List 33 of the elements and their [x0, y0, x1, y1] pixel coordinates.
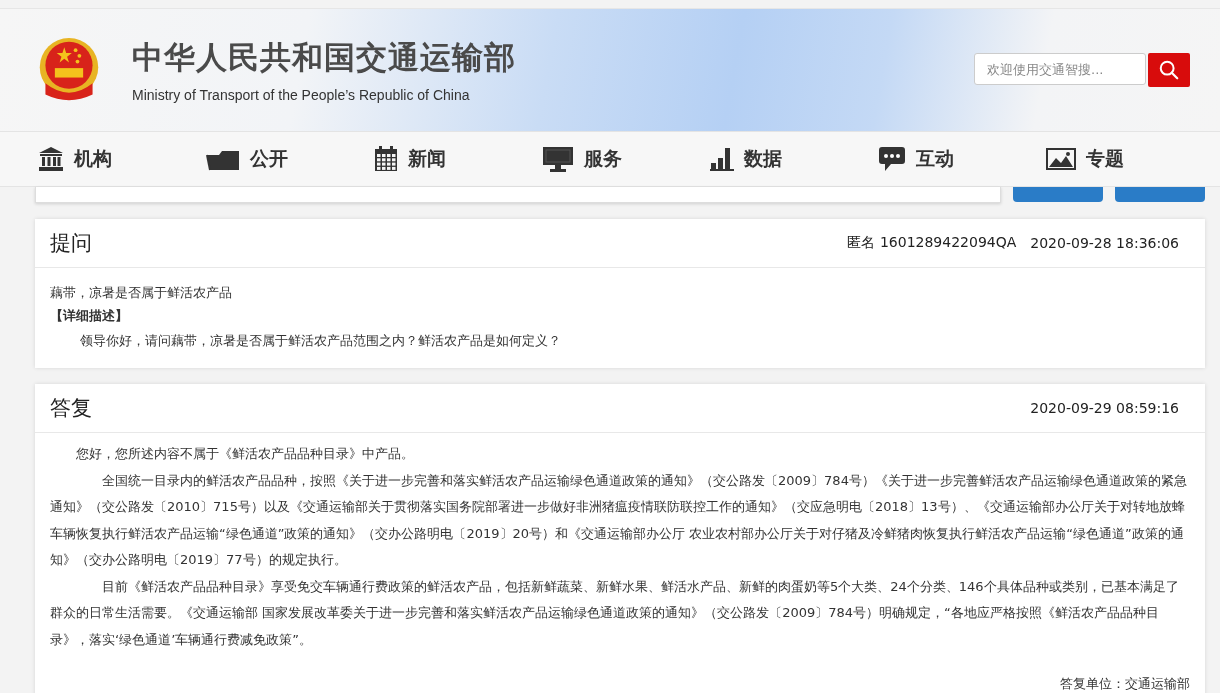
calendar-icon [374, 146, 398, 172]
question-detail: 领导你好，请问藕带，凉暑是否属于鲜活农产品范围之内？鲜活农产品是如何定义？ [79, 332, 562, 350]
button[interactable] [1115, 187, 1205, 202]
site-subtitle: Ministry of Transport of the People’s Republic of China [132, 87, 471, 103]
answer-signature: 答复单位：交通运输部 [1059, 675, 1190, 693]
nav-link[interactable]: 机构 [38, 146, 206, 172]
bar-chart-icon [710, 147, 734, 171]
nav-link[interactable]: 数据 [710, 146, 878, 172]
chat-bubble-icon [878, 146, 906, 172]
nav-link[interactable]: 新闻 [374, 146, 542, 172]
question-subject: 藕带，凉暑是否属于鲜活农产品 [50, 284, 233, 302]
nav-link[interactable]: 互动 [878, 146, 1046, 172]
detail-label: 【详细描述】 [50, 307, 129, 325]
section-heading: 提问 [50, 230, 92, 257]
search-field[interactable]: 欢迎使用交通智搜... [974, 53, 1146, 85]
input-field[interactable] [35, 187, 1001, 203]
monitor-icon [542, 146, 574, 172]
answer-time: 2020-09-29 08:59:16 [1030, 400, 1179, 416]
site-title: 中华人民共和国交通运输部 [132, 38, 516, 77]
button[interactable] [1013, 187, 1103, 202]
answer-paragraph: 全国统一目录内的鲜活农产品品种，按照《关于进一步完善和落实鲜活农产品运输绿色通道政策的通知》（交公路发〔2009〕784号）《关于进一步完善鲜活农产品运输绿色通道政策的紧急通知》（交公路发〔2010〕715号）以及《交通运输部关于贯彻落实国务院部署进一步做好非洲猪瘟疫情联防联控工作的通知》（交应急明电〔2018〕13号）、《交通运输部办公厅关于对转地放蜂车辆恢复执行鲜活农产品运输“绿色通道”政策的通知》（交办公路明电〔2019〕20号）和《交通运输部办公厅 农业农村部办公厅关于对仔猪及冷鲜猪肉恢复执行鲜活农产品运输“绿色通道”政策的通知》（交办公路明电〔2019〕77号）的规定执行。 [50, 471, 1188, 569]
building-icon [38, 146, 64, 172]
answer-paragraph: 目前《鲜活农产品品种目录》享受免交车辆通行费政策的鲜活农产品，包括新鲜蔬菜、新鲜水果、鲜活水产品、新鲜的肉蛋奶等5个大类、24个分类、146个具体品种或类别，已基本满足了群众的日常生活需要。《交通运输部 国家发展改革委关于进一步完善和落实鲜活农产品运输绿色通道政策的通知》（交公路发〔2009〕784号）明确规定，“各地应严格按照《鲜活农产品品种目录》，落实‘绿色通道’车辆通行费减免政策”。 [50, 577, 1180, 649]
section-heading: 答复 [50, 395, 92, 422]
nav-link[interactable]: 专题 [1046, 146, 1214, 172]
search-button[interactable] [1148, 53, 1190, 87]
answer-paragraph: 您好，您所述内容不属于《鲜活农产品品种目录》中产品。 [75, 445, 415, 463]
nav-link[interactable]: 公开 [206, 146, 374, 172]
question-author: 匿名 1601289422094QA [847, 234, 1017, 252]
nav-link[interactable]: 服务 [542, 146, 710, 172]
search-icon [1158, 59, 1180, 81]
picture-icon [1046, 148, 1076, 170]
question-time: 2020-09-28 18:36:06 [1030, 235, 1179, 251]
